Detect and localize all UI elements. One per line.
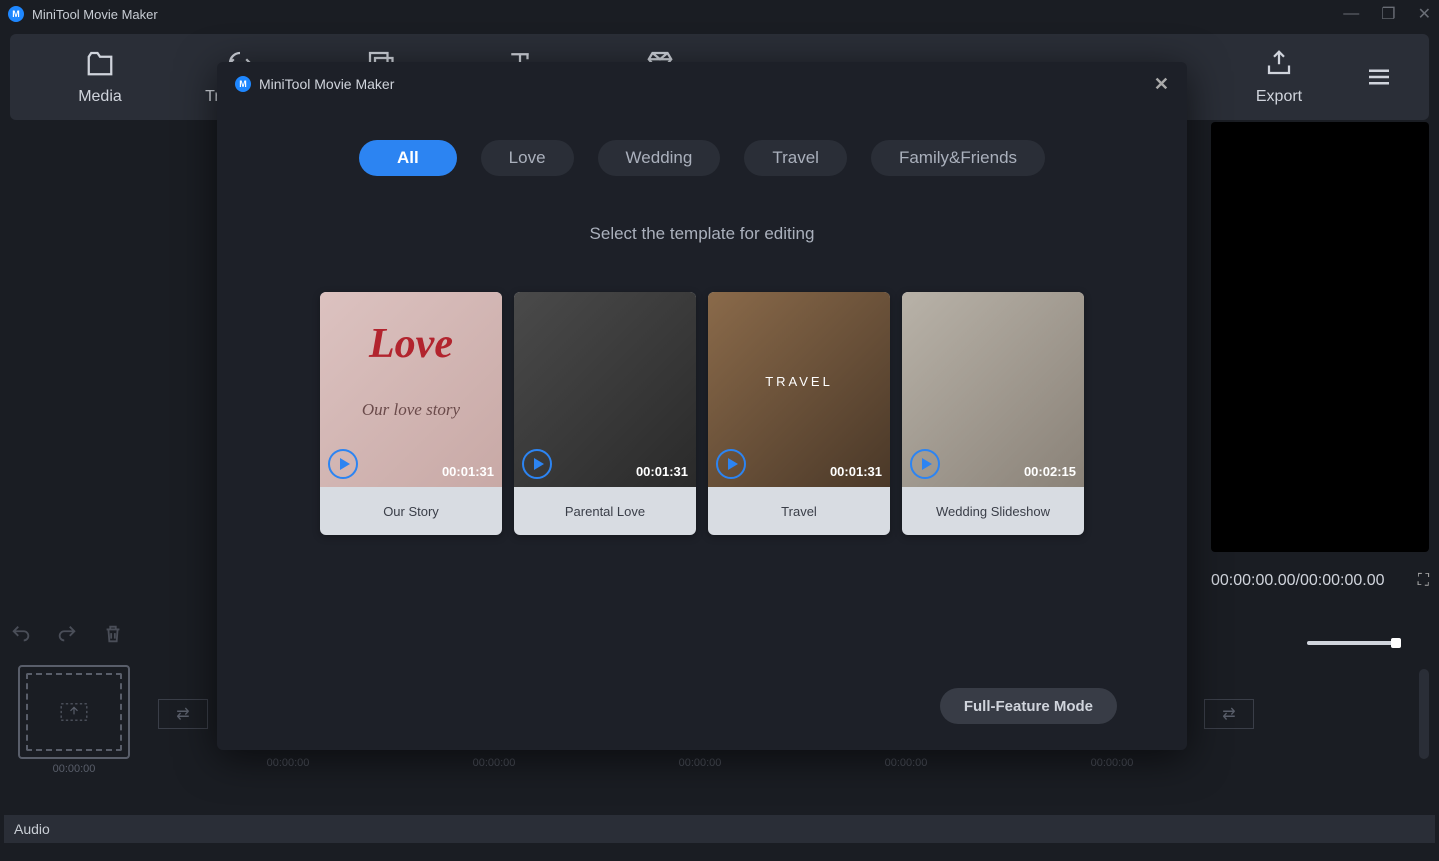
app-title: MiniTool Movie Maker (32, 7, 158, 22)
template-modal: M MiniTool Movie Maker ✕ All Love Weddin… (217, 62, 1187, 750)
transition-slot[interactable]: ⇄ (158, 699, 208, 729)
template-travel[interactable]: TRAVEL 00:01:31 Travel (708, 292, 890, 535)
play-icon[interactable] (522, 449, 552, 479)
clip-slot[interactable] (18, 665, 130, 759)
tool-export-label: Export (1256, 88, 1302, 106)
maximize-button[interactable]: ❐ (1381, 4, 1395, 24)
category-travel[interactable]: Travel (744, 140, 847, 176)
clip-time: 00:00:00 (18, 763, 130, 775)
template-thumbnail: Love Our love story 00:01:31 (320, 292, 502, 487)
template-overlay-subtext: Our love story (320, 400, 502, 420)
template-thumbnail: TRAVEL 00:01:31 (708, 292, 890, 487)
play-icon[interactable] (716, 449, 746, 479)
template-thumbnail: 00:01:31 (514, 292, 696, 487)
close-button[interactable]: ✕ (1418, 4, 1431, 24)
preview-panel[interactable] (1211, 122, 1429, 552)
preview-time-text: 00:00:00.00/00:00:00.00 (1211, 572, 1385, 590)
modal-close-button[interactable]: ✕ (1154, 74, 1169, 95)
hamburger-icon (1364, 62, 1394, 92)
minimize-button[interactable]: — (1343, 5, 1359, 23)
timeline-zoom-slider[interactable] (1307, 641, 1397, 645)
timeline-marker: 00:00:00 (1052, 757, 1172, 769)
template-wedding-slideshow[interactable]: 00:02:15 Wedding Slideshow (902, 292, 1084, 535)
category-family-friends[interactable]: Family&Friends (871, 140, 1045, 176)
timeline-marker: 00:00:00 (640, 757, 760, 769)
play-icon[interactable] (910, 449, 940, 479)
timeline-marker: 00:00:00 (228, 757, 348, 769)
timeline-marker: 00:00:00 (434, 757, 554, 769)
modal-title: MiniTool Movie Maker (259, 76, 394, 92)
folder-icon (85, 48, 115, 78)
export-icon (1264, 48, 1294, 78)
category-all[interactable]: All (359, 140, 457, 176)
template-parental-love[interactable]: 00:01:31 Parental Love (514, 292, 696, 535)
audio-track[interactable]: Audio (4, 815, 1435, 843)
redo-icon[interactable] (56, 623, 78, 645)
tool-export[interactable]: Export (1209, 48, 1349, 106)
timeline-marker: 00:00:00 (846, 757, 966, 769)
template-name: Travel (708, 487, 890, 535)
template-duration: 00:02:15 (1024, 464, 1076, 479)
full-feature-mode-button[interactable]: Full-Feature Mode (940, 688, 1117, 724)
template-duration: 00:01:31 (442, 464, 494, 479)
tool-media-label: Media (78, 88, 122, 106)
template-overlay-text: TRAVEL (708, 374, 890, 389)
template-duration: 00:01:31 (830, 464, 882, 479)
timeline-tools (10, 623, 124, 645)
trash-icon[interactable] (102, 623, 124, 645)
template-grid: Love Our love story 00:01:31 Our Story 0… (217, 292, 1187, 535)
category-tabs: All Love Wedding Travel Family&Friends (217, 140, 1187, 176)
title-bar: M MiniTool Movie Maker — ❐ ✕ (0, 0, 1439, 28)
template-thumbnail: 00:02:15 (902, 292, 1084, 487)
play-icon[interactable] (328, 449, 358, 479)
category-love[interactable]: Love (481, 140, 574, 176)
fullscreen-icon[interactable]: ⛶ (1418, 572, 1429, 590)
template-name: Our Story (320, 487, 502, 535)
template-our-story[interactable]: Love Our love story 00:01:31 Our Story (320, 292, 502, 535)
preview-time: 00:00:00.00/00:00:00.00 ⛶ (1211, 572, 1429, 590)
template-name: Parental Love (514, 487, 696, 535)
tool-menu[interactable] (1349, 62, 1409, 92)
import-icon (60, 702, 88, 722)
timeline-scrollbar[interactable] (1419, 669, 1429, 759)
template-duration: 00:01:31 (636, 464, 688, 479)
template-name: Wedding Slideshow (902, 487, 1084, 535)
modal-prompt: Select the template for editing (217, 224, 1187, 244)
tool-media[interactable]: Media (30, 48, 170, 106)
category-wedding[interactable]: Wedding (598, 140, 721, 176)
modal-logo-icon: M (235, 76, 251, 92)
undo-icon[interactable] (10, 623, 32, 645)
audio-label: Audio (14, 821, 50, 837)
transition-slot[interactable]: ⇄ (1204, 699, 1254, 729)
modal-header: M MiniTool Movie Maker ✕ (217, 62, 1187, 106)
app-logo-icon: M (8, 6, 24, 22)
template-overlay-text: Love (320, 320, 502, 368)
